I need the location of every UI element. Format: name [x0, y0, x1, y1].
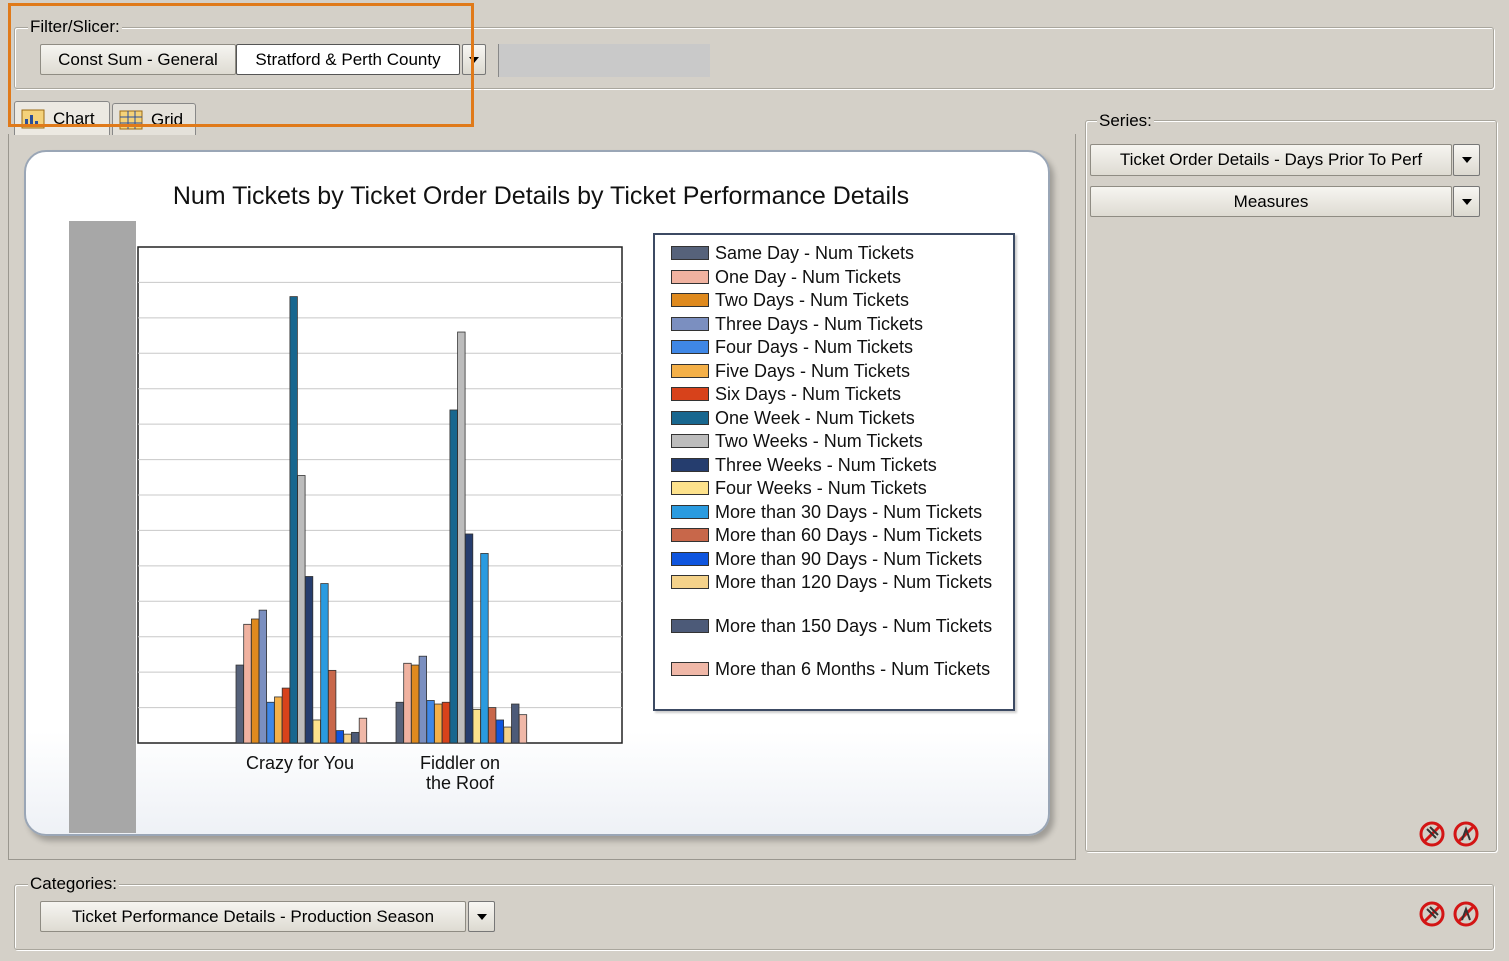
- legend-swatch: [671, 410, 709, 425]
- legend-item: One Week - Num Tickets: [671, 408, 1005, 428]
- series-legend: Series:: [1097, 111, 1154, 131]
- legend-label: Four Weeks - Num Tickets: [715, 478, 927, 498]
- legend-label: Two Days - Num Tickets: [715, 290, 910, 310]
- remove-icon[interactable]: [1418, 820, 1446, 848]
- legend-swatch: [671, 363, 709, 378]
- series-item-days-prior-dropdown[interactable]: [1453, 144, 1480, 176]
- legend-swatch: [671, 434, 709, 448]
- legend-label: More than 120 Days - Num Tickets: [715, 572, 993, 592]
- legend-item: More than 120 Days - Num Tickets: [671, 572, 1005, 592]
- legend-item: Five Days - Num Tickets: [671, 361, 1005, 381]
- legend-label: Three Weeks - Num Tickets: [715, 454, 937, 475]
- chevron-down-icon: [476, 913, 487, 920]
- category-label-crazy: Crazy for You: [245, 753, 355, 773]
- legend-item: Three Weeks - Num Tickets: [671, 455, 1005, 475]
- series-item-days-prior[interactable]: Ticket Order Details - Days Prior To Per…: [1090, 144, 1452, 176]
- legend-swatch: [671, 316, 709, 331]
- clear-icon[interactable]: [1452, 900, 1480, 928]
- legend-item: More than 6 Months - Num Tickets: [671, 659, 1005, 679]
- legend-label: Three Days - Num Tickets: [715, 313, 924, 334]
- legend-label: Two Weeks - Num Tickets: [715, 431, 923, 451]
- legend-label: One Week - Num Tickets: [715, 407, 915, 428]
- legend-item: One Day - Num Tickets: [671, 267, 1005, 287]
- legend-swatch: [671, 269, 709, 284]
- remove-icon[interactable]: [1418, 900, 1446, 928]
- legend-item: Two Days - Num Tickets: [671, 290, 1005, 310]
- legend-swatch: [671, 618, 709, 633]
- chevron-down-icon: [1461, 198, 1472, 205]
- legend-swatch: [671, 387, 709, 401]
- legend-item: Two Weeks - Num Tickets: [671, 431, 1005, 451]
- legend-swatch: [671, 504, 709, 519]
- categories-legend: Categories:: [28, 874, 119, 894]
- series-item-measures-dropdown[interactable]: [1453, 186, 1480, 217]
- legend-swatch: [671, 575, 709, 589]
- legend-label: Six Days - Num Tickets: [715, 384, 902, 404]
- legend-label: Same Day - Num Tickets: [715, 243, 915, 263]
- legend-label: Four Days - Num Tickets: [715, 337, 914, 357]
- legend-label: More than 6 Months - Num Tickets: [715, 659, 991, 679]
- categories-item-dropdown[interactable]: [468, 901, 495, 932]
- legend-item: Four Weeks - Num Tickets: [671, 478, 1005, 498]
- legend-swatch: [671, 246, 709, 260]
- chevron-down-icon: [1461, 157, 1472, 163]
- legend-swatch: [671, 662, 709, 676]
- legend-swatch: [671, 293, 709, 307]
- chart-legend: Same Day - Num Tickets One Day - Num Tick…: [653, 233, 1015, 711]
- legend-label: More than 150 Days - Num Tickets: [715, 615, 993, 636]
- legend-item: More than 150 Days - Num Tickets: [671, 616, 1005, 636]
- legend-label: More than 60 Days - Num Tickets: [715, 525, 983, 545]
- legend-label: One Day - Num Tickets: [715, 266, 902, 287]
- legend-item: Four Days - Num Tickets: [671, 337, 1005, 357]
- legend-label: More than 30 Days - Num Tickets: [715, 501, 983, 522]
- legend-item: Same Day - Num Tickets: [671, 243, 1005, 263]
- series-group: [1085, 120, 1497, 852]
- filter-empty-slot[interactable]: [498, 44, 710, 77]
- legend-swatch: [671, 551, 709, 566]
- legend-label: Five Days - Num Tickets: [715, 360, 911, 381]
- categories-item-production-season[interactable]: Ticket Performance Details - Production …: [40, 901, 466, 932]
- legend-item: More than 60 Days - Num Tickets: [671, 525, 1005, 545]
- clear-icon[interactable]: [1452, 820, 1480, 848]
- highlight-rectangle: [8, 3, 474, 127]
- legend-item: Six Days - Num Tickets: [671, 384, 1005, 404]
- legend-item: Three Days - Num Tickets: [671, 314, 1005, 334]
- legend-swatch: [671, 340, 709, 354]
- legend-swatch: [671, 457, 709, 472]
- chart-title: Num Tickets by Ticket Order Details by T…: [172, 182, 910, 210]
- series-item-measures[interactable]: Measures: [1090, 186, 1452, 217]
- legend-swatch: [671, 481, 709, 495]
- legend-swatch: [671, 528, 709, 542]
- legend-item: More than 90 Days - Num Tickets: [671, 549, 1005, 569]
- legend-item: More than 30 Days - Num Tickets: [671, 502, 1005, 522]
- category-label-fiddler: Fiddler on the Roof: [419, 753, 501, 793]
- legend-label: More than 90 Days - Num Tickets: [715, 548, 983, 569]
